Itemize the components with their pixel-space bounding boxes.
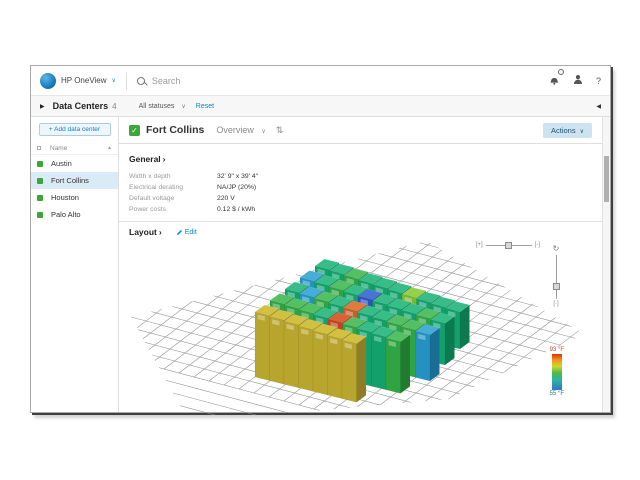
general-heading[interactable]: General› <box>129 154 166 164</box>
reset-filter-link[interactable]: Reset <box>196 103 214 110</box>
alert-badge <box>558 69 564 75</box>
view-selector-dropdown[interactable]: Overview ∨ <box>216 125 265 135</box>
general-field-row: Electrical deratingNA/JP (20%) <box>129 182 592 193</box>
tilt-slider-thumb[interactable] <box>553 283 560 290</box>
status-column-icon <box>37 146 41 150</box>
rotate-icon[interactable]: ↻ <box>553 244 560 253</box>
field-label: Default voltage <box>129 195 217 202</box>
temperature-legend: 93 °F 55 °F <box>550 347 564 397</box>
scrollbar-thumb[interactable] <box>604 156 609 202</box>
hp-logo-icon <box>40 73 56 89</box>
datacenter-name: Palo Alto <box>51 210 81 219</box>
list-header[interactable]: Name ▲ <box>31 142 118 155</box>
field-label: Power costs <box>129 206 217 213</box>
datacenter-list-item[interactable]: Fort Collins <box>31 172 118 189</box>
expand-menu-icon[interactable]: ▶ <box>40 103 45 110</box>
datacenter-sidebar: + Add data center Name ▲ Austin Fort Coll… <box>31 117 119 412</box>
general-section: General› Width x depth32' 9" x 39' 4"Ele… <box>119 144 602 221</box>
resource-header: ✓ Fort Collins Overview ∨ ⇅ Actions∨ <box>119 117 602 144</box>
layout-section: Layout› Edit [+] <box>119 222 602 421</box>
layout-heading[interactable]: Layout› <box>129 227 162 237</box>
legend-gradient-bar <box>552 354 562 390</box>
brand-label: HP OneView <box>61 76 107 85</box>
sort-asc-icon[interactable]: ▲ <box>107 145 112 151</box>
zoom-out-icon[interactable]: [-] <box>535 242 540 248</box>
tilt-slider-track[interactable] <box>556 255 557 299</box>
datacenter-name: Austin <box>51 159 72 168</box>
toolbar-divider <box>126 72 127 90</box>
rotate-control[interactable]: ↻ [·] <box>550 244 562 307</box>
actions-button[interactable]: Actions∨ <box>543 123 592 138</box>
resource-count: 4 <box>112 102 116 111</box>
general-field-row: Width x depth32' 9" x 39' 4" <box>129 171 592 182</box>
zoom-in-icon[interactable]: [+] <box>476 242 483 248</box>
datacenter-list-item[interactable]: Austin <box>31 155 118 172</box>
status-ok-icon <box>37 178 43 184</box>
status-ok-icon: ✓ <box>129 125 140 136</box>
field-value: NA/JP (20%) <box>217 184 256 191</box>
field-label: Width x depth <box>129 173 217 180</box>
vertical-scrollbar[interactable] <box>602 117 610 412</box>
legend-min-label: 55 °F <box>550 391 564 397</box>
pencil-icon <box>176 229 183 236</box>
collapse-panel-icon[interactable]: ◀ <box>596 103 601 110</box>
datacenter-list-item[interactable]: Palo Alto <box>31 206 118 223</box>
zoom-slider-thumb[interactable] <box>505 242 512 249</box>
status-ok-icon <box>37 195 43 201</box>
top-toolbar: HP OneView ∨ ? <box>31 66 610 96</box>
field-value: 220 V <box>217 195 235 202</box>
rack-layout-scene[interactable] <box>129 239 602 415</box>
add-data-center-button[interactable]: + Add data center <box>39 123 111 136</box>
page-title: Data Centers <box>53 101 109 111</box>
related-resources-icon[interactable]: ⇅ <box>276 125 284 136</box>
main-panel: ✓ Fort Collins Overview ∨ ⇅ Actions∨ Gen… <box>119 117 610 412</box>
status-filter-dropdown[interactable]: All statuses ∨ <box>139 103 186 110</box>
filter-bar: ▶ Data Centers 4 All statuses ∨ Reset ◀ <box>31 96 610 117</box>
app-window: HP OneView ∨ ? ▶ Data Centers <box>30 65 611 413</box>
search-input[interactable] <box>152 76 539 86</box>
status-ok-icon <box>37 161 43 167</box>
search-icon <box>137 77 145 85</box>
legend-max-label: 93 °F <box>550 347 564 353</box>
zoom-slider-track[interactable] <box>486 245 532 246</box>
brand-chevron-down-icon[interactable]: ∨ <box>112 77 116 84</box>
user-icon[interactable] <box>573 72 583 90</box>
datacenter-name: Fort Collins <box>51 176 89 185</box>
alerts-bell-icon[interactable] <box>549 72 560 90</box>
general-field-row: Default voltage220 V <box>129 193 592 204</box>
field-value: 32' 9" x 39' 4" <box>217 173 258 180</box>
edit-layout-link[interactable]: Edit <box>176 229 197 236</box>
layout-3d-canvas[interactable]: [+] [-] ↻ [·] 93 °F <box>129 239 592 415</box>
help-icon[interactable]: ? <box>596 76 601 86</box>
status-ok-icon <box>37 212 43 218</box>
reset-view-icon[interactable]: [·] <box>553 301 558 307</box>
datacenter-name: Houston <box>51 193 79 202</box>
field-value: 0.12 $ / kWh <box>217 206 255 213</box>
general-field-row: Power costs0.12 $ / kWh <box>129 204 592 215</box>
resource-title: Fort Collins <box>146 124 204 136</box>
name-column-header: Name <box>50 145 67 152</box>
zoom-slider[interactable]: [+] [-] <box>476 242 540 248</box>
datacenter-list-item[interactable]: Houston <box>31 189 118 206</box>
field-label: Electrical derating <box>129 184 217 191</box>
